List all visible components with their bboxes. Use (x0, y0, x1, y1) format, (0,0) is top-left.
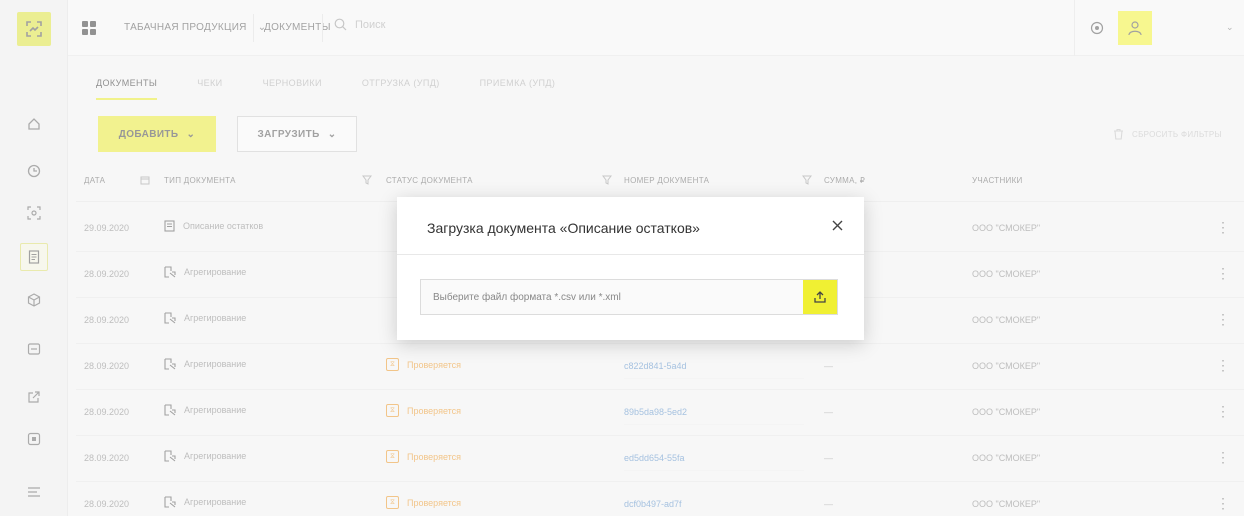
dialog-header: Загрузка документа «Описание остатков» (397, 197, 864, 255)
dialog-title: Загрузка документа «Описание остатков» (427, 220, 700, 236)
file-input[interactable] (421, 280, 805, 314)
close-button[interactable] (828, 216, 846, 234)
upload-dialog: Загрузка документа «Описание остатков» (397, 197, 864, 340)
upload-button[interactable] (803, 280, 837, 314)
file-picker[interactable] (420, 279, 838, 315)
close-icon (832, 220, 842, 230)
upload-icon (814, 291, 826, 303)
